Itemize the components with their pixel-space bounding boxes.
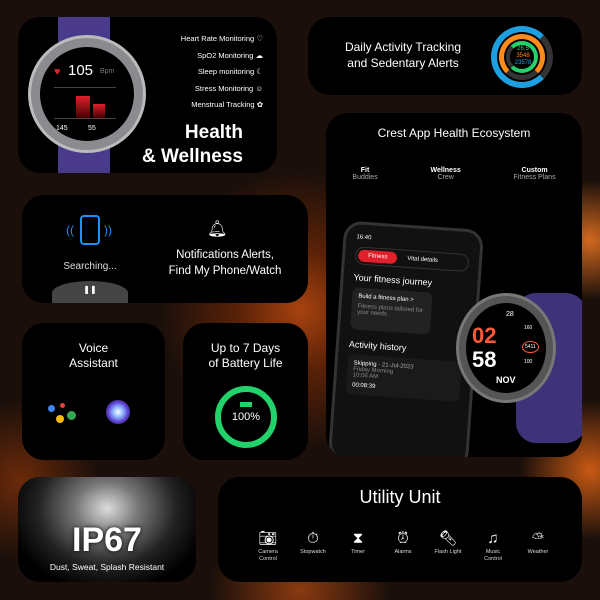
watch-image: ♥ 105 Bpm 145 55 bbox=[28, 35, 146, 153]
feature-menstrual: Menstrual Tracking ✿ bbox=[191, 100, 263, 109]
battery-icon bbox=[240, 402, 252, 407]
utility-card: Utility Unit 📷︎ Camera Control ⏱︎ Stopwatch ⧗… bbox=[218, 477, 582, 582]
column-fit: Fit Buddies bbox=[352, 167, 378, 181]
column-wellness: Wellness Crew bbox=[430, 167, 461, 181]
min-heart-rate: 55 bbox=[88, 125, 96, 132]
flower-icon: ✿ bbox=[256, 100, 263, 109]
feature-sleep: Sleep monitoring ☾ bbox=[197, 67, 263, 76]
stopwatch-icon: ⏱︎ bbox=[307, 530, 319, 547]
ip67-card: IP67 Dust, Sweat, Splash Resistant bbox=[18, 477, 196, 582]
music-icon: ♫ bbox=[487, 530, 499, 547]
ip-rating: IP67 bbox=[72, 521, 142, 559]
heart-icon: ♥ bbox=[54, 66, 61, 78]
hourglass-icon: ⧗ bbox=[352, 530, 364, 547]
alarm-icon: ⏰︎ bbox=[397, 530, 409, 547]
phone-time: 16:40 bbox=[356, 234, 372, 242]
utility-item-flashlight: 🔦︎ Flash Light bbox=[428, 529, 468, 563]
utility-title: Utility Unit bbox=[359, 487, 441, 507]
app-title: Crest App Health Ecosystem bbox=[377, 126, 531, 140]
ip-subtitle: Dust, Sweat, Splash Resistant bbox=[49, 562, 165, 572]
watch-image: 28 02 58 160 5411 100 NOV bbox=[456, 293, 556, 403]
moon-icon: ☾ bbox=[256, 67, 263, 76]
activity-title: Daily Activity Tracking and Sedentary Ale… bbox=[344, 40, 462, 70]
plan-card[interactable]: Build a fitness plan > Fitness plans tail… bbox=[349, 287, 433, 335]
pause-button[interactable]: ❚❚ bbox=[52, 281, 128, 303]
app-columns: Fit Buddies Wellness Crew Custom Fitness Pl… bbox=[326, 167, 582, 181]
notifications-card: (( )) Searching... ❚❚ 🔔︎ Notifications A… bbox=[22, 195, 308, 303]
app-card: Crest App Health Ecosystem Fit Buddies We… bbox=[326, 113, 582, 457]
tab-vital-details[interactable]: Vital details bbox=[397, 252, 448, 267]
meditation-icon: ☺ bbox=[255, 83, 263, 93]
activity-rings-icon: 26.5 3548 23578 bbox=[491, 26, 553, 88]
tab-fitness[interactable]: Fitness bbox=[357, 249, 398, 265]
battery-title: Up to 7 Days of Battery Life bbox=[208, 341, 283, 370]
searching-text: Searching... bbox=[63, 261, 117, 272]
health-feature-list: Heart Rate Monitoring ♡ SpO2 Monitoring … bbox=[181, 31, 263, 114]
battery-percent: 100% bbox=[231, 411, 261, 423]
google-assistant-icon bbox=[48, 403, 76, 425]
utility-item-weather: ⛅︎ Weather bbox=[518, 529, 558, 563]
heart-rate-chart bbox=[54, 87, 116, 119]
voice-title: Voice Assistant bbox=[69, 341, 118, 370]
utility-item-hourglass: ⧗ Timer bbox=[338, 529, 378, 563]
weather-icon: ⛅︎ bbox=[531, 530, 544, 547]
utility-item-camera: 📷︎ Camera Control bbox=[248, 529, 288, 563]
bell-icon: 🔔︎ bbox=[207, 221, 228, 238]
voice-card: Voice Assistant bbox=[22, 323, 165, 460]
max-heart-rate: 145 bbox=[56, 125, 68, 132]
utility-item-music: ♫ Music Control bbox=[473, 529, 513, 563]
heart-rate-value: 105 bbox=[68, 62, 94, 79]
activity-card: Daily Activity Tracking and Sedentary Ale… bbox=[308, 17, 582, 95]
heart-rate-unit: Bpm bbox=[100, 68, 115, 75]
heart-icon: ♡ bbox=[256, 34, 263, 43]
health-card: ♥ 105 Bpm 145 55 Heart Rate Monitoring ♡… bbox=[18, 17, 277, 173]
battery-card: Up to 7 Days of Battery Life 100% bbox=[183, 323, 308, 460]
feature-spo2: SpO2 Monitoring ☁ bbox=[197, 50, 264, 60]
utility-item-stopwatch: ⏱︎ Stopwatch bbox=[293, 529, 333, 563]
siri-icon bbox=[106, 400, 130, 424]
camera-icon: 📷︎ bbox=[258, 530, 278, 547]
feature-stress: Stress Monitoring ☺ bbox=[194, 83, 263, 93]
feature-heart-rate: Heart Rate Monitoring ♡ bbox=[180, 34, 263, 43]
notify-title: Notifications Alerts, Find My Phone/Watch bbox=[168, 249, 282, 277]
activity-entry[interactable]: Skipping · 21-Jul-2023 Friday Morning 10:… bbox=[345, 353, 462, 402]
flashlight-icon: 🔦︎ bbox=[438, 530, 458, 547]
phone-vibrate-icon bbox=[80, 215, 100, 245]
battery-gauge: 100% bbox=[215, 386, 277, 448]
lungs-icon: ☁ bbox=[255, 50, 264, 60]
utility-items: 📷︎ Camera Control ⏱︎ Stopwatch ⧗ Timer ⏰︎ Alarms… bbox=[248, 529, 558, 563]
column-custom: Custom Fitness Plans bbox=[513, 167, 556, 181]
utility-item-alarm: ⏰︎ Alarms bbox=[383, 529, 423, 563]
health-title: Health & Wellness bbox=[141, 122, 243, 167]
